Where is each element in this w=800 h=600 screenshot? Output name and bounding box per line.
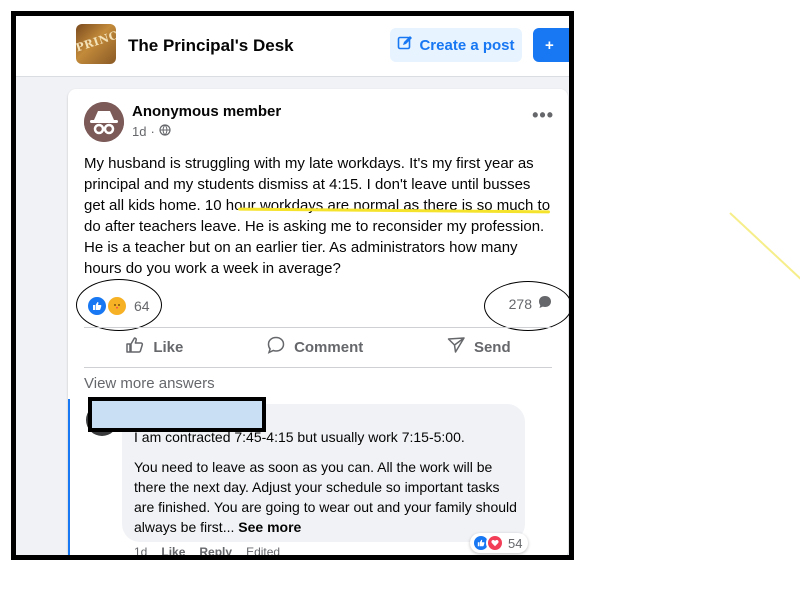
group-logo-text: PRINC (76, 28, 116, 55)
create-post-label: Create a post (419, 36, 515, 54)
post-author[interactable]: Anonymous member (132, 103, 281, 120)
divider-bottom (84, 367, 552, 368)
screenshot-frame: PRINC The Principal's Desk Create a post… (11, 11, 574, 560)
like-button[interactable]: Like (125, 335, 183, 359)
redacted-commenter-name (88, 397, 266, 432)
send-button[interactable]: Send (446, 335, 511, 359)
like-label: Like (153, 338, 184, 356)
create-post-button[interactable]: Create a post (390, 28, 522, 62)
comment-reaction-count: 54 (508, 535, 523, 551)
comment-circle-annotation (484, 281, 569, 331)
group-title[interactable]: The Principal's Desk (128, 36, 294, 56)
post-time[interactable]: 1d (132, 124, 146, 139)
post-card: Anonymous member 1d · ••• My husband is … (68, 89, 569, 559)
thumbs-up-icon (125, 335, 145, 359)
comment-button[interactable]: Comment (266, 335, 363, 359)
comment-edited-label: Edited (246, 545, 281, 559)
group-header: PRINC The Principal's Desk Create a post… (16, 16, 569, 77)
dot-separator: · (150, 124, 155, 139)
comment-reply-button[interactable]: Reply (199, 545, 232, 555)
globe-icon (159, 124, 171, 139)
comment-time[interactable]: 1d (134, 545, 147, 555)
send-label: Send (473, 338, 511, 356)
comment-icon (266, 335, 286, 359)
see-more-link[interactable]: See more (238, 519, 301, 535)
yellow-annotation-stroke (729, 212, 800, 288)
add-button[interactable]: + (533, 28, 569, 62)
incognito-icon (84, 102, 124, 142)
group-logo[interactable]: PRINC (76, 24, 116, 64)
send-icon (446, 335, 466, 359)
comment-reactions[interactable]: 54 (470, 533, 529, 553)
more-options-icon[interactable]: ••• (532, 105, 554, 126)
comment-love-reaction-icon (486, 534, 504, 552)
plus-icon: + (545, 36, 554, 54)
comment-like-button[interactable]: Like (161, 545, 185, 555)
reaction-circle-annotation (76, 279, 162, 331)
thread-indicator (68, 399, 70, 555)
divider-top (84, 327, 552, 328)
post-text: My husband is struggling with my late wo… (84, 153, 554, 279)
view-more-answers-link[interactable]: View more answers (84, 375, 215, 392)
comment-body: You need to leave as soon as you can. Al… (134, 459, 517, 535)
comment-text: You need to leave as soon as you can. Al… (134, 457, 518, 537)
edit-icon (397, 35, 413, 55)
anonymous-avatar[interactable] (84, 102, 124, 142)
comment-label: Comment (294, 338, 364, 356)
comment-actions: 1d Like Reply Edited (134, 545, 281, 559)
post-meta: 1d · (132, 124, 171, 139)
comment-first-line: I am contracted 7:45-4:15 but usually wo… (134, 429, 465, 445)
post-actions-bar: Like Comment Send (84, 331, 552, 363)
post-text-part3: after teachers leave. He is asking me to… (84, 218, 545, 277)
